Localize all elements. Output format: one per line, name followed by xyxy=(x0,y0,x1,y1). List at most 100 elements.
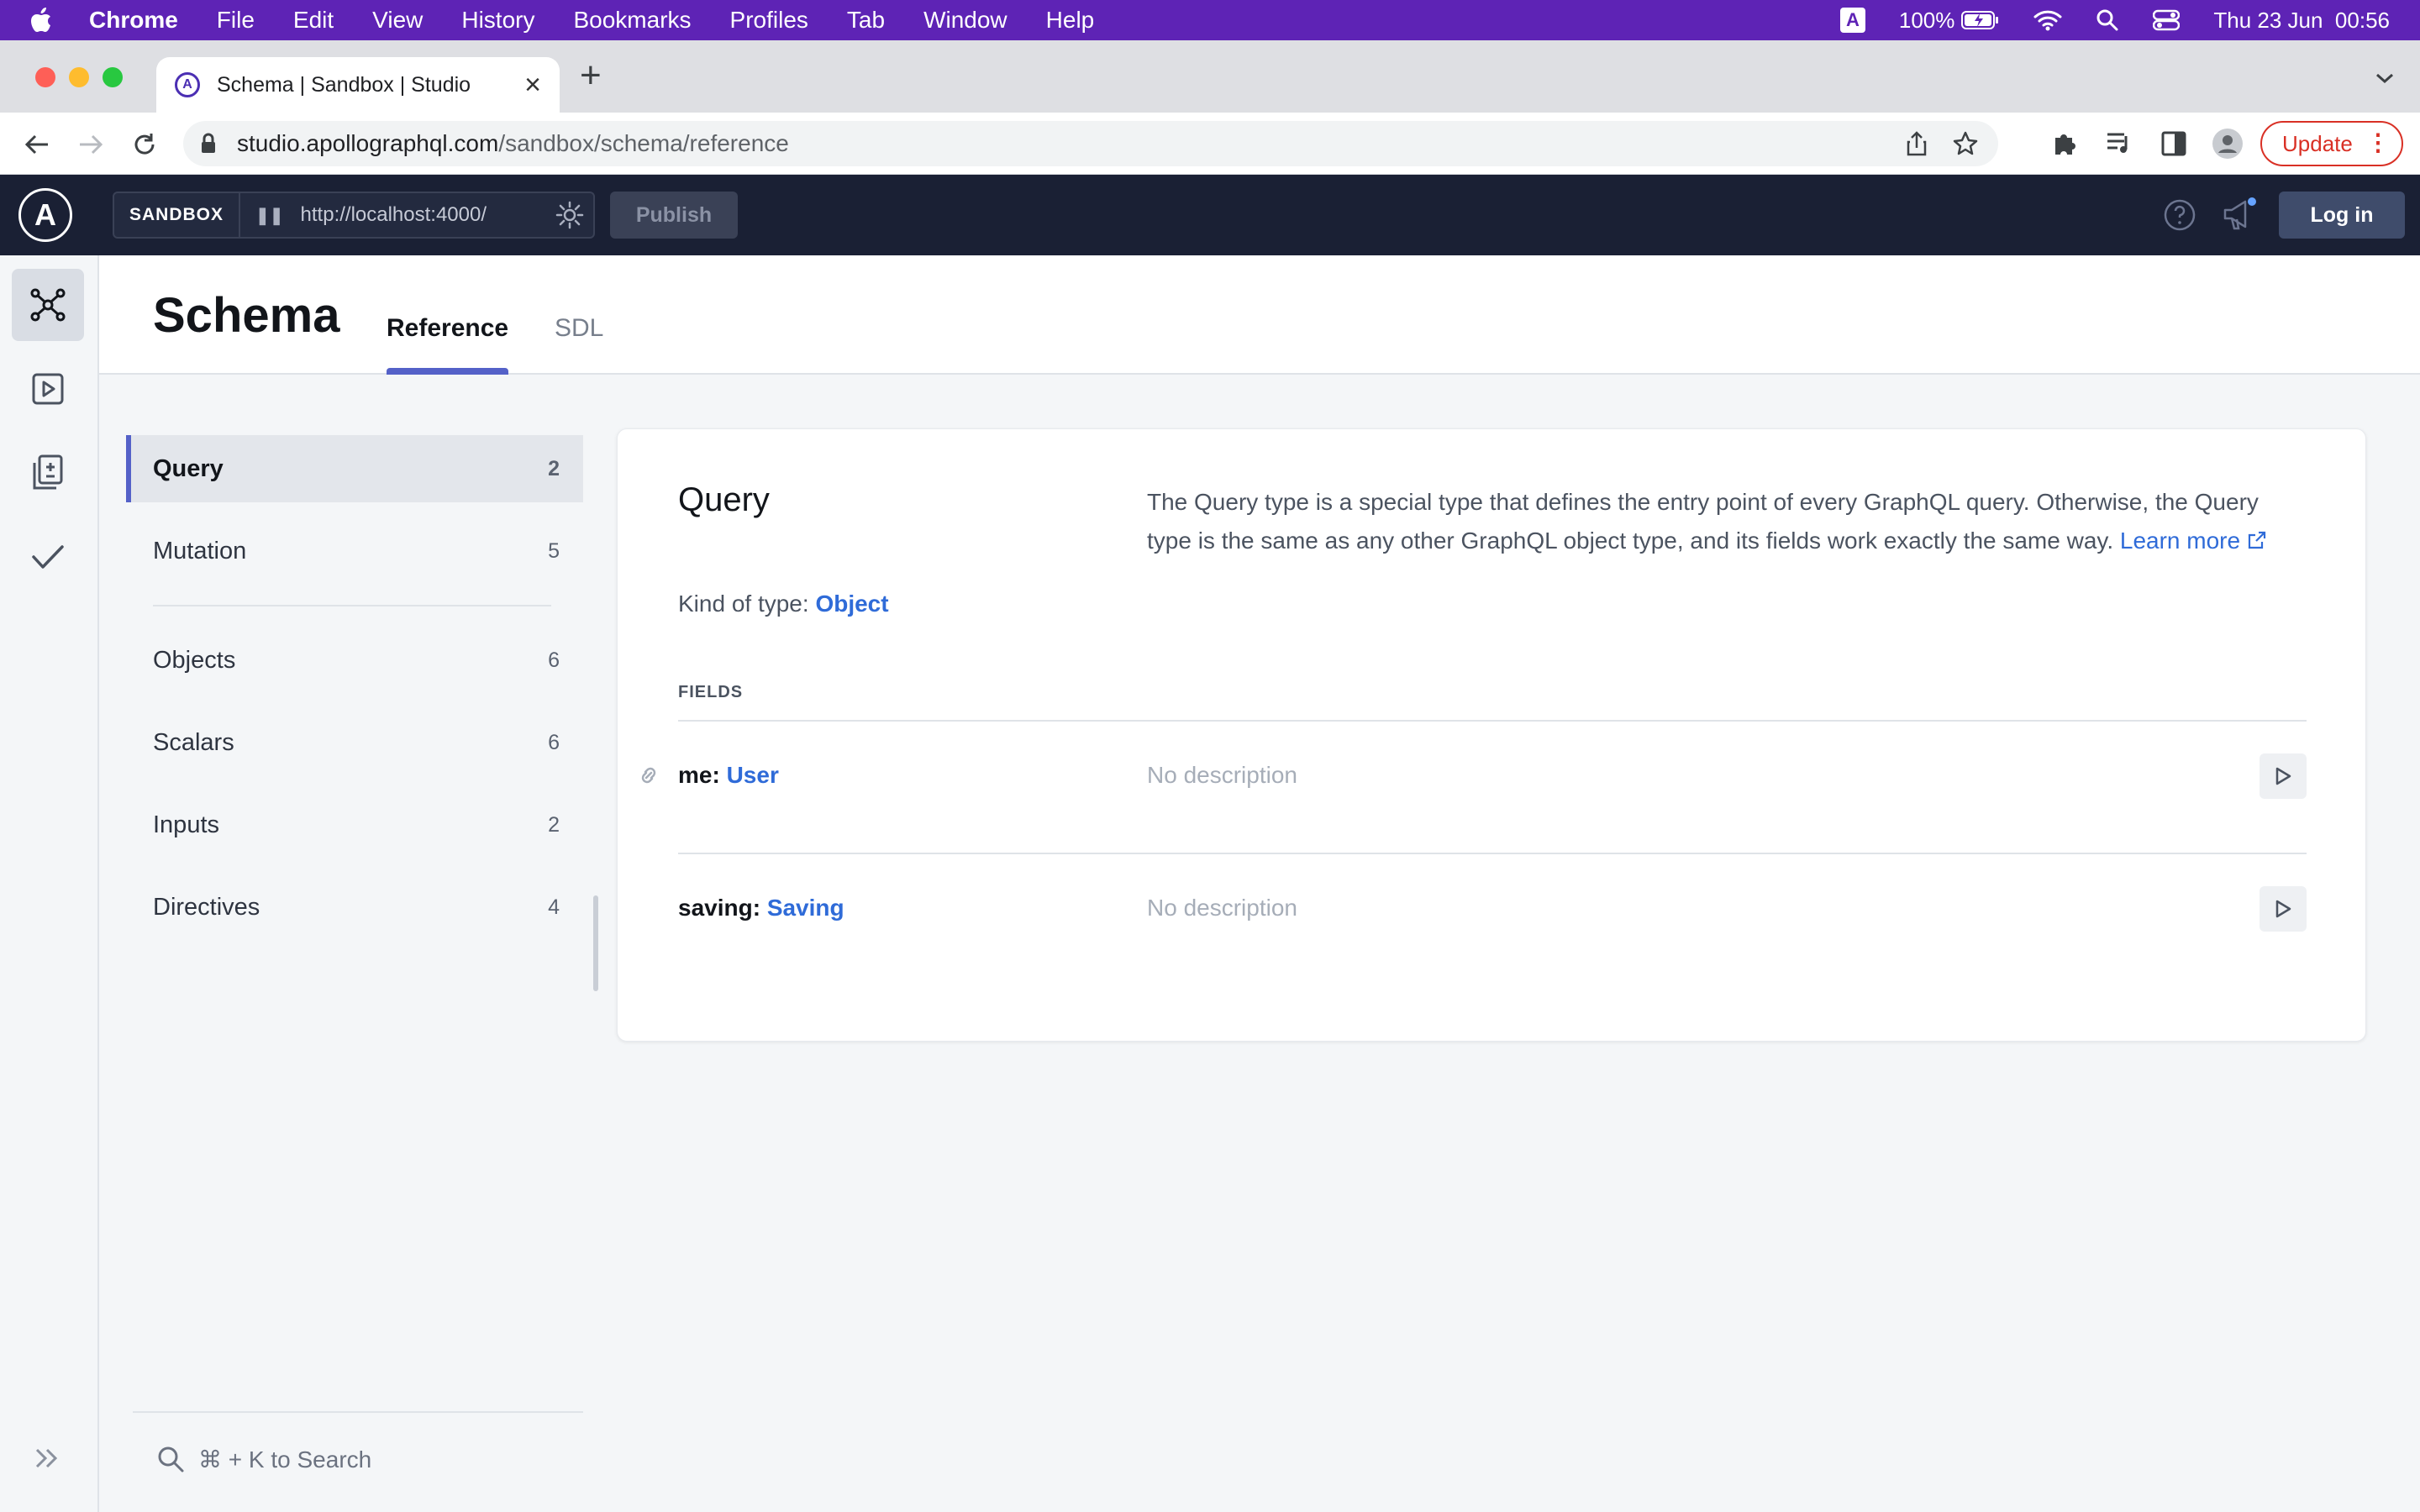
reload-icon xyxy=(134,134,155,155)
window-minimize-button[interactable] xyxy=(69,67,89,87)
tab-search-chevron-icon[interactable] xyxy=(2375,72,2395,84)
endpoint-url: http://localhost:4000/ xyxy=(300,203,487,226)
kind-of-type: Kind of type: Object xyxy=(678,591,889,617)
nav-item-scalars[interactable]: Scalars 6 xyxy=(126,709,583,776)
browser-toolbar: studio.apollographql.com/sandbox/schema/… xyxy=(0,113,2420,175)
tab-close-icon[interactable]: × xyxy=(524,69,541,102)
back-button[interactable] xyxy=(22,129,52,160)
control-center-icon[interactable] xyxy=(2153,9,2181,31)
window-zoom-button[interactable] xyxy=(103,67,123,87)
nav-item-count: 5 xyxy=(548,538,560,563)
reload-button[interactable] xyxy=(129,129,160,160)
nav-item-label: Mutation xyxy=(153,537,247,564)
rail-changelog-button[interactable] xyxy=(12,437,84,509)
search-placeholder: ⌘ + K to Search xyxy=(198,1446,372,1473)
nav-item-objects[interactable]: Objects 6 xyxy=(126,627,583,694)
menu-bookmarks[interactable]: Bookmarks xyxy=(573,7,691,34)
nav-divider xyxy=(153,605,551,606)
nav-scrollbar-thumb[interactable] xyxy=(593,895,598,991)
field-name: saving: Saving xyxy=(678,881,844,935)
expand-sidebar-chevrons-icon[interactable] xyxy=(34,1446,60,1470)
menu-profiles[interactable]: Profiles xyxy=(730,7,808,34)
run-in-explorer-button[interactable] xyxy=(2260,886,2307,932)
media-queue-icon[interactable] xyxy=(2106,131,2133,155)
menu-tab[interactable]: Tab xyxy=(847,7,885,34)
lock-icon[interactable] xyxy=(200,133,217,155)
arrow-left-icon xyxy=(24,134,48,155)
profile-avatar-icon[interactable] xyxy=(2212,128,2244,160)
run-in-explorer-button[interactable] xyxy=(2260,753,2307,799)
publish-button[interactable]: Publish xyxy=(610,192,738,239)
search-icon xyxy=(158,1446,184,1473)
menu-history[interactable]: History xyxy=(461,7,534,34)
nav-item-count: 6 xyxy=(548,648,560,672)
play-icon xyxy=(2275,900,2291,918)
tab-sdl[interactable]: SDL xyxy=(555,314,603,375)
schema-graph-icon xyxy=(30,288,66,322)
tab-sdl-label: SDL xyxy=(555,314,604,342)
connection-settings-gear-icon[interactable] xyxy=(555,200,585,230)
browser-tab-active[interactable]: A Schema | Sandbox | Studio × xyxy=(156,57,560,113)
share-icon[interactable] xyxy=(1906,131,1928,156)
field-type-link[interactable]: User xyxy=(727,762,779,788)
menu-window[interactable]: Window xyxy=(923,7,1007,34)
nav-item-count: 2 xyxy=(548,456,560,480)
kind-value-link[interactable]: Object xyxy=(815,591,888,617)
side-panel-icon[interactable] xyxy=(2161,131,2186,156)
input-source-icon[interactable]: A xyxy=(1839,8,1865,33)
learn-more-label: Learn more xyxy=(2119,528,2241,554)
menu-file[interactable]: File xyxy=(217,7,255,34)
learn-more-link[interactable]: Learn more xyxy=(2120,528,2267,554)
apple-menu-icon[interactable] xyxy=(30,8,77,33)
nav-item-count: 6 xyxy=(548,730,560,754)
extensions-puzzle-icon[interactable] xyxy=(2050,129,2077,156)
spotlight-search-icon[interactable] xyxy=(2096,8,2119,32)
nav-item-label: Inputs xyxy=(153,811,219,838)
rail-schema-button[interactable] xyxy=(12,269,84,341)
fields-heading: FIELDS xyxy=(678,683,744,701)
rail-checks-button[interactable] xyxy=(12,521,84,593)
menu-app-name[interactable]: Chrome xyxy=(89,7,178,34)
update-label: Update xyxy=(2282,130,2353,156)
tab-reference[interactable]: Reference xyxy=(387,314,509,375)
type-description: The Query type is a special type that de… xyxy=(1147,483,2307,560)
nav-item-inputs[interactable]: Inputs 2 xyxy=(126,791,583,858)
help-icon[interactable] xyxy=(2163,198,2196,232)
schema-search-button[interactable]: ⌘ + K to Search xyxy=(156,1445,371,1473)
menubar-clock[interactable]: Thu 23 Jun 00:56 xyxy=(2213,8,2390,34)
nav-item-query[interactable]: Query 2 xyxy=(126,435,583,502)
play-explorer-icon xyxy=(32,373,64,405)
forward-button[interactable] xyxy=(76,129,106,160)
address-bar[interactable]: studio.apollographql.com/sandbox/schema/… xyxy=(183,121,1998,166)
nav-item-label: Scalars xyxy=(153,728,234,756)
field-name-text: saving: xyxy=(678,895,761,921)
log-in-button[interactable]: Log in xyxy=(2279,192,2405,239)
browser-tab-strip: A Schema | Sandbox | Studio × + xyxy=(0,40,2420,113)
announcements-megaphone-icon[interactable] xyxy=(2222,197,2260,234)
bookmark-star-icon[interactable] xyxy=(1953,131,1978,156)
menu-view[interactable]: View xyxy=(372,7,423,34)
type-name: Query xyxy=(678,481,770,518)
arrow-right-icon xyxy=(80,134,103,155)
new-tab-button[interactable]: + xyxy=(580,57,602,94)
apollo-logo[interactable]: A xyxy=(18,188,72,242)
url-path: /sandbox/schema/reference xyxy=(498,130,789,156)
window-close-button[interactable] xyxy=(35,67,55,87)
pause-polling-icon[interactable]: ❚❚ xyxy=(255,205,284,226)
field-type-link[interactable]: Saving xyxy=(767,895,844,921)
rail-explorer-button[interactable] xyxy=(12,353,84,425)
nav-item-directives[interactable]: Directives 4 xyxy=(126,874,583,941)
field-row-me: me: User No description xyxy=(641,748,2307,881)
menu-help[interactable]: Help xyxy=(1046,7,1095,34)
field-divider xyxy=(678,853,2307,854)
update-chrome-button[interactable]: Update ⋮ xyxy=(2260,121,2403,166)
endpoint-url-field[interactable]: ❚❚ http://localhost:4000/ xyxy=(240,200,593,230)
apollo-favicon-icon: A xyxy=(175,72,200,97)
wifi-icon[interactable] xyxy=(2033,9,2062,31)
menu-edit[interactable]: Edit xyxy=(293,7,334,34)
nav-item-mutation[interactable]: Mutation 5 xyxy=(126,517,583,585)
schema-page-header: Schema Reference SDL xyxy=(99,255,2420,375)
sandbox-badge: SANDBOX xyxy=(114,193,241,237)
battery-status[interactable]: 100% xyxy=(1899,8,2001,34)
field-link-icon[interactable] xyxy=(636,765,661,785)
